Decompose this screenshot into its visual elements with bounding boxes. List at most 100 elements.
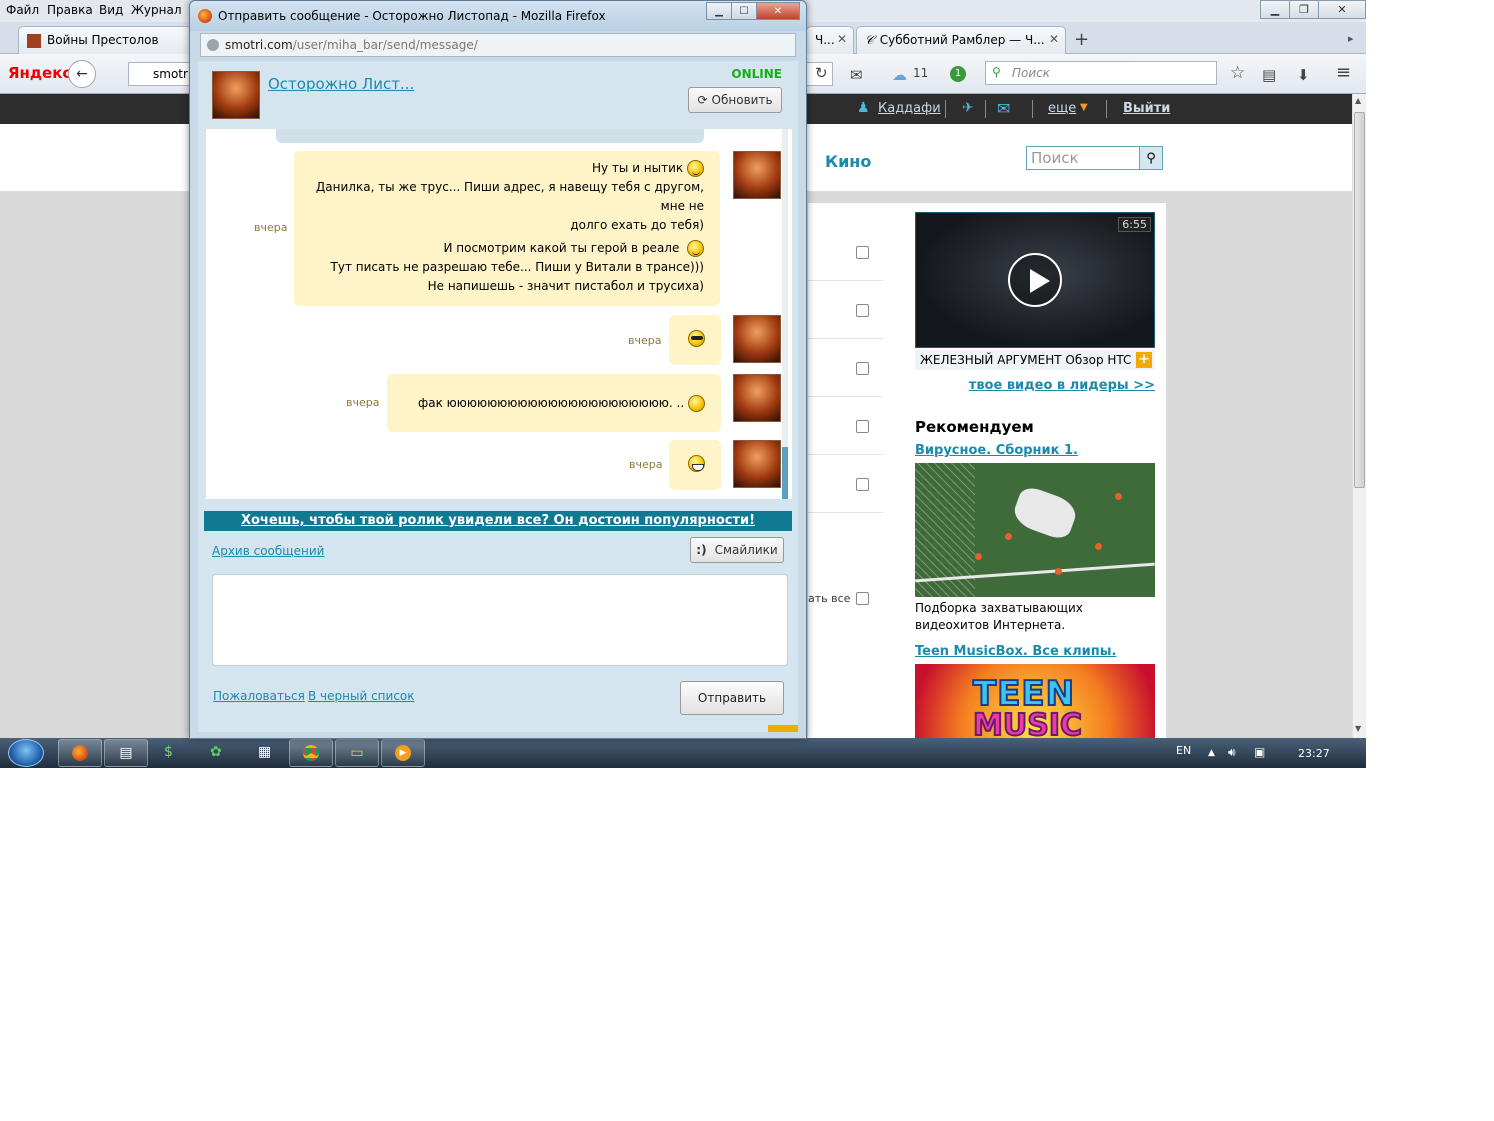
taskbar-media-player[interactable]: ▶	[381, 739, 425, 767]
chat-scrollbar-thumb[interactable]	[782, 447, 788, 499]
tray-clock[interactable]: 23:27	[1298, 747, 1330, 760]
refresh-button[interactable]: ⟳ Обновить	[688, 87, 782, 113]
corner-badge	[768, 725, 798, 732]
ball	[1005, 533, 1012, 540]
tab-partial[interactable]: Ч... ✕	[806, 26, 854, 54]
chat-messages-area[interactable]: вчера Ну ты и нытик Данилка, ты же трус.…	[206, 129, 792, 499]
rec1-link[interactable]: Вирусное. Сборник 1.	[915, 443, 1078, 458]
site-search-input[interactable]: Поиск	[1026, 146, 1140, 170]
hamburger-menu-icon[interactable]: ≡	[1336, 62, 1351, 83]
tab-favicon-icon: 𝒞	[865, 33, 874, 47]
message-line: Данилка, ты же трус... Пиши адрес, я нав…	[315, 180, 704, 213]
close-button[interactable]: ✕	[1318, 0, 1366, 19]
topbar-divider	[1106, 100, 1107, 118]
row-checkbox[interactable]	[856, 420, 869, 433]
start-button[interactable]	[8, 739, 44, 767]
notifications-icon[interactable]: ✈	[962, 100, 974, 116]
tab-scroll-right-icon[interactable]: ▸	[1348, 32, 1354, 45]
minimize-button[interactable]: ▁	[1260, 0, 1290, 19]
close-tab-icon[interactable]: ✕	[1049, 32, 1059, 46]
popup-close-button[interactable]: ✕	[756, 2, 800, 20]
row-checkbox[interactable]	[856, 362, 869, 375]
bookmark-star-icon[interactable]: ☆	[1230, 63, 1245, 83]
taskbar-notepad[interactable]: ▤	[104, 739, 148, 767]
row-checkbox[interactable]	[856, 478, 869, 491]
sender-avatar[interactable]	[733, 315, 781, 363]
nav-kino-link[interactable]: Кино	[825, 152, 871, 171]
popup-window-controls: ▁ ☐ ✕	[706, 2, 800, 20]
page-scrollbar[interactable]: ▲ ▼	[1352, 94, 1366, 738]
leaders-link[interactable]: твое видео в лидеры >>	[969, 378, 1155, 393]
rec2-thumbnail[interactable]: TEEN MUSIC	[915, 664, 1155, 744]
tab-game-of-thrones[interactable]: Войны Престолов	[18, 26, 193, 54]
rec1-thumbnail[interactable]	[915, 463, 1155, 597]
more-link[interactable]: еще	[1048, 101, 1076, 116]
chat-scrollbar[interactable]	[782, 129, 788, 499]
net-shape	[915, 463, 975, 597]
message-list-column: ать все	[808, 203, 908, 738]
row-checkbox[interactable]	[856, 246, 869, 259]
contact-avatar[interactable]	[212, 71, 260, 119]
popup-address-bar[interactable]: smotri.com/user/miha_bar/send/message/	[200, 33, 796, 57]
scroll-up-icon[interactable]: ▲	[1355, 96, 1361, 105]
rec2-link[interactable]: Teen MusicBox. Все клипы.	[915, 644, 1116, 659]
row-checkbox[interactable]	[856, 304, 869, 317]
player-figure	[1009, 483, 1081, 543]
blacklist-link[interactable]: В черный список	[308, 689, 415, 703]
close-tab-icon[interactable]: ✕	[837, 32, 847, 46]
notification-badge[interactable]: 1	[950, 66, 966, 82]
complain-link[interactable]: Пожаловаться	[213, 689, 305, 703]
calculator-icon[interactable]: ▦	[258, 744, 271, 760]
back-button[interactable]: ←	[68, 60, 96, 88]
message-time: вчера	[628, 334, 662, 347]
contact-name-link[interactable]: Осторожно Лист...	[268, 75, 414, 93]
tab-rambler[interactable]: 𝒞 Субботний Рамблер — Ч... ✕	[856, 26, 1066, 54]
cloud-icon[interactable]: ☁	[892, 66, 907, 84]
menu-edit[interactable]: Правка	[47, 3, 93, 17]
yandex-logo[interactable]: Яндекс	[8, 64, 71, 82]
user-profile-link[interactable]: Каддафи	[878, 101, 941, 116]
sender-avatar[interactable]	[733, 151, 781, 199]
message-input[interactable]	[212, 574, 788, 666]
logout-link[interactable]: Выйти	[1123, 101, 1170, 116]
add-plus-icon[interactable]: +	[1136, 352, 1152, 368]
smilies-button[interactable]: :) Смайлики	[690, 537, 784, 563]
reload-icon[interactable]: ↻	[815, 64, 828, 82]
play-icon[interactable]	[1008, 253, 1062, 307]
sender-avatar[interactable]	[733, 440, 781, 488]
restore-button[interactable]: ❐	[1289, 0, 1319, 19]
mail-check-icon[interactable]: ✉	[850, 66, 863, 84]
page-scrollbar-thumb[interactable]	[1354, 112, 1365, 488]
popup-maximize-button[interactable]: ☐	[731, 2, 757, 20]
volume-icon[interactable]: 🔊︎	[1228, 745, 1236, 760]
message-archive-link[interactable]: Архив сообщений	[212, 544, 324, 558]
promo-banner-link[interactable]: Хочешь, чтобы твой ролик увидели все? Он…	[204, 511, 792, 531]
video-thumbnail[interactable]: 6:55	[915, 212, 1155, 348]
taskbar-firefox[interactable]	[58, 739, 102, 767]
popup-minimize-button[interactable]: ▁	[706, 2, 732, 20]
dancing-smiley-icon	[688, 395, 705, 412]
menu-view[interactable]: Вид	[99, 3, 123, 17]
mark-all-checkbox[interactable]	[856, 592, 869, 605]
reading-list-icon[interactable]: ▤	[1262, 66, 1276, 84]
icq-icon[interactable]: ✿	[210, 744, 222, 760]
send-button[interactable]: Отправить	[680, 681, 784, 715]
video-title[interactable]: ЖЕЛЕЗНЫЙ АРГУМЕНТ Обзор HTC	[915, 350, 1155, 370]
popup-titlebar[interactable]: Отправить сообщение - Осторожно Листопад…	[190, 1, 806, 31]
tray-language[interactable]: EN	[1176, 744, 1191, 757]
site-search-button[interactable]: ⚲	[1139, 146, 1163, 170]
download-icon[interactable]: ⬇	[1297, 66, 1310, 84]
scroll-down-icon[interactable]: ▼	[1355, 724, 1361, 733]
taskbar-chrome[interactable]	[289, 739, 333, 767]
money-app-icon[interactable]: $	[164, 744, 173, 760]
network-icon[interactable]: ▣	[1254, 745, 1265, 759]
new-tab-icon[interactable]: +	[1074, 29, 1089, 50]
tray-expand-icon[interactable]: ▲	[1208, 748, 1215, 758]
messages-icon[interactable]: ✉	[997, 99, 1010, 118]
sender-avatar[interactable]	[733, 374, 781, 422]
browser-search-input[interactable]: ⚲ Поиск	[985, 61, 1217, 85]
taskbar-explorer[interactable]: ▭	[335, 739, 379, 767]
menu-file[interactable]: Файл	[6, 3, 39, 17]
refresh-label: Обновить	[711, 93, 773, 107]
menu-history[interactable]: Журнал	[131, 3, 182, 17]
